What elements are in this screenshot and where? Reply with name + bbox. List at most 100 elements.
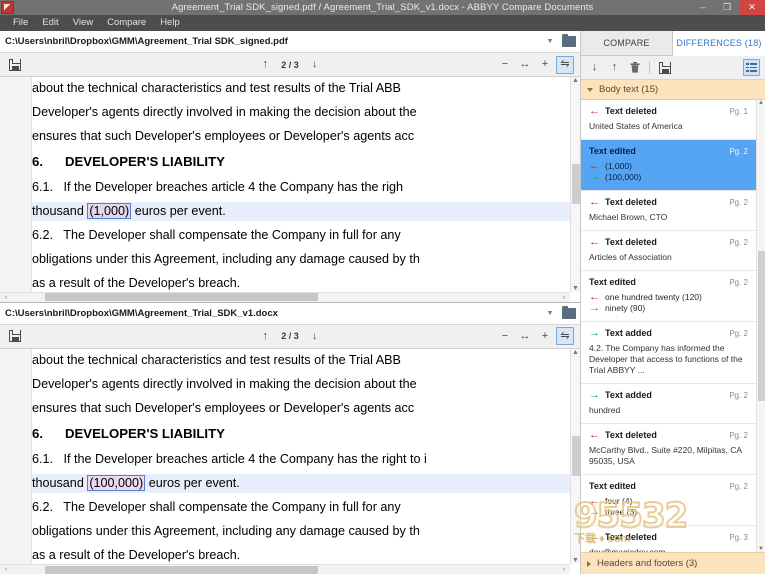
menu-item-compare[interactable]: Compare	[100, 15, 153, 31]
menu-item-help[interactable]: Help	[153, 15, 187, 31]
sync-scroll-button-right[interactable]: ⇋	[556, 327, 574, 345]
zoom-out-button-right[interactable]: −	[496, 327, 514, 345]
open-folder-icon[interactable]	[558, 305, 580, 319]
open-folder-icon[interactable]	[558, 34, 580, 47]
scroll-left-arrow-icon[interactable]: ‹	[0, 294, 12, 301]
path-bar-right[interactable]: C:\Users\nbril\Dropbox\GMM\Agreement_Tri…	[0, 302, 580, 325]
app-window: Agreement_Trial SDK_signed.pdf / Agreeme…	[0, 0, 765, 574]
difference-item[interactable]: ← Text deleted Pg. 3 dev@magicdev.com	[581, 526, 756, 552]
difference-old-value: four (4)	[605, 496, 633, 506]
save-button-left[interactable]	[6, 56, 24, 74]
difference-item[interactable]: Text edited Pg. 2 ← one hundred twenty (1…	[581, 271, 756, 322]
prev-page-button-right[interactable]: ↑	[256, 327, 274, 345]
vertical-scrollbar-right[interactable]: ▲ ▼	[570, 348, 580, 564]
scroll-up-arrow-icon[interactable]: ▲	[758, 100, 764, 106]
document-view-left[interactable]: about the technical characteristics and …	[0, 77, 580, 302]
tab-differences[interactable]: DIFFERENCES (18)	[673, 31, 765, 56]
group-header-body-text[interactable]: Body text (15)	[581, 80, 765, 100]
horizontal-scrollbar-right[interactable]: ‹ ›	[0, 564, 570, 574]
difference-kind: Text deleted	[605, 106, 657, 116]
zoom-in-button-right[interactable]: +	[536, 327, 554, 345]
difference-page: Pg. 2	[729, 391, 748, 400]
differences-list[interactable]: ← Text deleted Pg. 1 United States of Am…	[581, 100, 765, 552]
fit-width-button-left[interactable]: ↔	[516, 56, 534, 74]
diff-chip-right[interactable]: (100,000)	[87, 474, 146, 491]
document-pane-left: C:\Users\nbril\Dropbox\GMM\Agreement_Tri…	[0, 31, 580, 303]
menu-item-edit[interactable]: Edit	[35, 15, 65, 31]
minimize-button[interactable]: –	[691, 0, 715, 15]
list-view-button[interactable]	[743, 59, 760, 76]
deleted-arrow-icon: ←	[589, 236, 600, 248]
scroll-right-arrow-icon[interactable]: ›	[558, 294, 570, 301]
close-button[interactable]: ✕	[739, 0, 765, 15]
difference-page: Pg. 2	[729, 329, 748, 338]
scroll-down-arrow-icon[interactable]: ▼	[572, 557, 579, 564]
scroll-right-arrow-icon[interactable]: ›	[558, 566, 570, 573]
zoom-in-button-left[interactable]: +	[536, 56, 554, 74]
document-diff-line[interactable]: thousand (100,000) euros per event.	[32, 473, 580, 493]
document-heading: 6. DEVELOPER'S LIABILITY	[32, 154, 225, 169]
document-view-right[interactable]: about the technical characteristics and …	[0, 348, 580, 574]
sync-scroll-button-left[interactable]: ⇋	[556, 55, 574, 74]
diff-chip-left[interactable]: (1,000)	[87, 203, 132, 219]
delete-difference-button[interactable]	[626, 59, 643, 76]
group-header-headers-footers[interactable]: Headers and footers (3)	[581, 552, 765, 574]
menu-item-view[interactable]: View	[66, 15, 100, 31]
previous-difference-button[interactable]: ↑	[606, 59, 623, 76]
save-button-right[interactable]	[6, 327, 24, 345]
difference-kind: Text added	[605, 390, 652, 400]
scroll-left-arrow-icon[interactable]: ‹	[0, 566, 12, 573]
tab-compare[interactable]: COMPARE	[581, 31, 673, 56]
difference-item[interactable]: Text edited Pg. 2 ← four (4) → three (3)	[581, 475, 756, 526]
next-page-button-right[interactable]: ↓	[306, 327, 324, 345]
difference-item[interactable]: ← Text deleted Pg. 2 McCarthy Blvd., Sui…	[581, 424, 756, 475]
differences-scrollbar[interactable]: ▲ ▼	[756, 100, 765, 552]
chevron-right-icon[interactable]	[587, 560, 591, 567]
differences-toolbar: ↓ ↑	[581, 56, 765, 80]
deleted-arrow-icon: ←	[589, 429, 600, 441]
zoom-out-button-left[interactable]: −	[496, 56, 514, 74]
prev-page-button-left[interactable]: ↑	[256, 56, 274, 74]
difference-item[interactable]: ← Text deleted Pg. 2 Michael Brown, CTO	[581, 191, 756, 231]
scroll-thumb[interactable]	[44, 293, 318, 301]
document-paragraph: as a result of the Developer's breach.	[32, 276, 241, 290]
deleted-arrow-icon: ←	[589, 531, 600, 543]
documents-column: C:\Users\nbril\Dropbox\GMM\Agreement_Tri…	[0, 31, 580, 574]
next-difference-button[interactable]: ↓	[586, 59, 603, 76]
scroll-thumb[interactable]	[757, 251, 765, 401]
difference-old-value: (1,000)	[605, 161, 632, 171]
added-arrow-icon: →	[589, 389, 600, 401]
next-page-button-left[interactable]: ↓	[306, 56, 324, 74]
maximize-button[interactable]: ❐	[715, 0, 739, 15]
difference-item[interactable]: ← Text deleted Pg. 2 Articles of Associa…	[581, 231, 756, 271]
chevron-down-icon[interactable]: ▼	[542, 38, 558, 45]
difference-item[interactable]: ← Text deleted Pg. 1 United States of Am…	[581, 100, 756, 140]
fit-width-button-right[interactable]: ↔	[516, 327, 534, 345]
scroll-thumb[interactable]	[44, 565, 318, 574]
scroll-up-arrow-icon[interactable]: ▲	[572, 349, 579, 356]
scroll-up-arrow-icon[interactable]: ▲	[572, 77, 579, 84]
chevron-down-icon[interactable]	[587, 87, 593, 92]
scroll-thumb[interactable]	[571, 164, 580, 205]
panel-tabs: COMPARE DIFFERENCES (18)	[581, 31, 765, 56]
scroll-track[interactable]	[12, 292, 558, 302]
vertical-scrollbar-left[interactable]: ▲ ▼	[570, 77, 580, 292]
menu-item-file[interactable]: File	[6, 15, 35, 31]
window-controls: – ❐ ✕	[691, 0, 765, 15]
page-margin-left	[0, 77, 32, 302]
document-diff-line[interactable]: thousand (1,000) euros per event.	[32, 202, 580, 221]
difference-kind: Text edited	[589, 481, 636, 491]
scroll-track[interactable]	[12, 565, 558, 574]
menu-bar: File Edit View Compare Help	[0, 15, 765, 31]
path-bar-left[interactable]: C:\Users\nbril\Dropbox\GMM\Agreement_Tri…	[0, 31, 580, 53]
difference-item[interactable]: → Text added Pg. 2 hundred	[581, 384, 756, 424]
scroll-down-arrow-icon[interactable]: ▼	[572, 285, 579, 292]
save-differences-button[interactable]	[656, 59, 673, 76]
scroll-down-arrow-icon[interactable]: ▼	[758, 546, 764, 552]
horizontal-scrollbar-left[interactable]: ‹ ›	[0, 291, 570, 302]
difference-item[interactable]: → Text added Pg. 2 4.2. The Company has …	[581, 322, 756, 384]
difference-item-selected[interactable]: Text edited Pg. 2 ← (1,000) → (100,000)	[581, 140, 756, 191]
chevron-down-icon[interactable]: ▼	[542, 310, 558, 317]
scroll-thumb[interactable]	[571, 436, 580, 477]
difference-page: Pg. 2	[729, 198, 748, 207]
